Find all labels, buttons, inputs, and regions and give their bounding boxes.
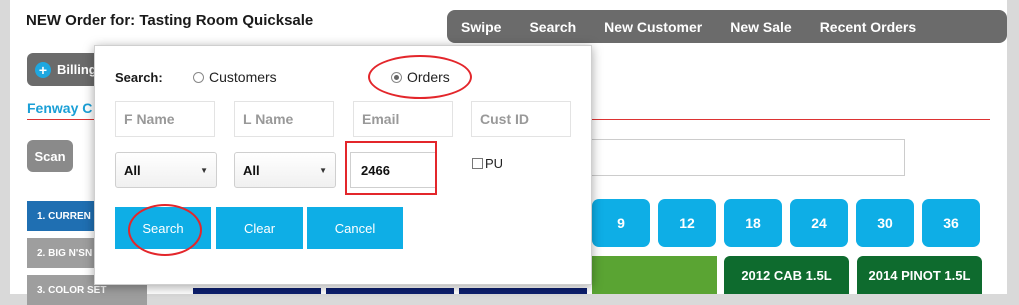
product-tile-blank[interactable] bbox=[592, 256, 717, 294]
radio-customers[interactable]: Customers bbox=[193, 69, 277, 85]
top-nav-bar: Swipe Search New Customer New Sale Recen… bbox=[447, 10, 1007, 43]
billing-label: Billing bbox=[57, 62, 97, 77]
product-tile-edge bbox=[326, 288, 454, 294]
radio-customers-circle[interactable] bbox=[193, 71, 204, 83]
qty-button-9[interactable]: 9 bbox=[592, 199, 650, 247]
filter-select-2[interactable]: All ▼ bbox=[234, 152, 336, 188]
email-field[interactable]: Email bbox=[353, 101, 453, 137]
last-name-field[interactable]: L Name bbox=[234, 101, 334, 137]
product-tile-2014-pinot[interactable]: 2014 PINOT 1.5L bbox=[857, 256, 982, 294]
cancel-button[interactable]: Cancel bbox=[307, 207, 403, 249]
scan-button[interactable]: Scan bbox=[27, 140, 73, 172]
nav-search[interactable]: Search bbox=[515, 19, 590, 35]
annotation-ellipse-search bbox=[128, 204, 202, 256]
annotation-ellipse-orders bbox=[368, 55, 472, 99]
chevron-down-icon: ▼ bbox=[200, 165, 208, 175]
nav-new-customer[interactable]: New Customer bbox=[590, 19, 716, 35]
radio-customers-label: Customers bbox=[209, 69, 277, 85]
nav-swipe[interactable]: Swipe bbox=[447, 19, 515, 35]
filter-select-1-value: All bbox=[124, 162, 141, 178]
product-tile-edge bbox=[459, 288, 587, 294]
search-popup: Search: Customers Orders F Name L Name E… bbox=[94, 45, 592, 285]
pu-label: PU bbox=[485, 156, 504, 171]
page-title: NEW Order for: Tasting Room Quicksale bbox=[26, 12, 314, 29]
filter-select-2-value: All bbox=[243, 162, 260, 178]
product-tile-2012-cab[interactable]: 2012 CAB 1.5L bbox=[724, 256, 849, 294]
pu-checkbox[interactable]: PU bbox=[472, 156, 503, 171]
qty-button-12[interactable]: 12 bbox=[658, 199, 716, 247]
filter-select-1[interactable]: All ▼ bbox=[115, 152, 217, 188]
qty-button-18[interactable]: 18 bbox=[724, 199, 782, 247]
main-search-input[interactable] bbox=[585, 139, 905, 176]
nav-recent-orders[interactable]: Recent Orders bbox=[806, 19, 930, 35]
qty-button-30[interactable]: 30 bbox=[856, 199, 914, 247]
qty-button-24[interactable]: 24 bbox=[790, 199, 848, 247]
plus-icon: + bbox=[35, 61, 51, 78]
pu-checkbox-box[interactable] bbox=[472, 158, 483, 169]
account-name[interactable]: Fenway C bbox=[27, 100, 92, 116]
annotation-box-email bbox=[345, 141, 437, 195]
qty-button-36[interactable]: 36 bbox=[922, 199, 980, 247]
clear-button[interactable]: Clear bbox=[216, 207, 303, 249]
first-name-field[interactable]: F Name bbox=[115, 101, 215, 137]
nav-new-sale[interactable]: New Sale bbox=[716, 19, 805, 35]
product-tile-edge bbox=[193, 288, 321, 294]
chevron-down-icon: ▼ bbox=[319, 165, 327, 175]
cust-id-field[interactable]: Cust ID bbox=[471, 101, 571, 137]
search-label: Search: bbox=[115, 70, 163, 85]
